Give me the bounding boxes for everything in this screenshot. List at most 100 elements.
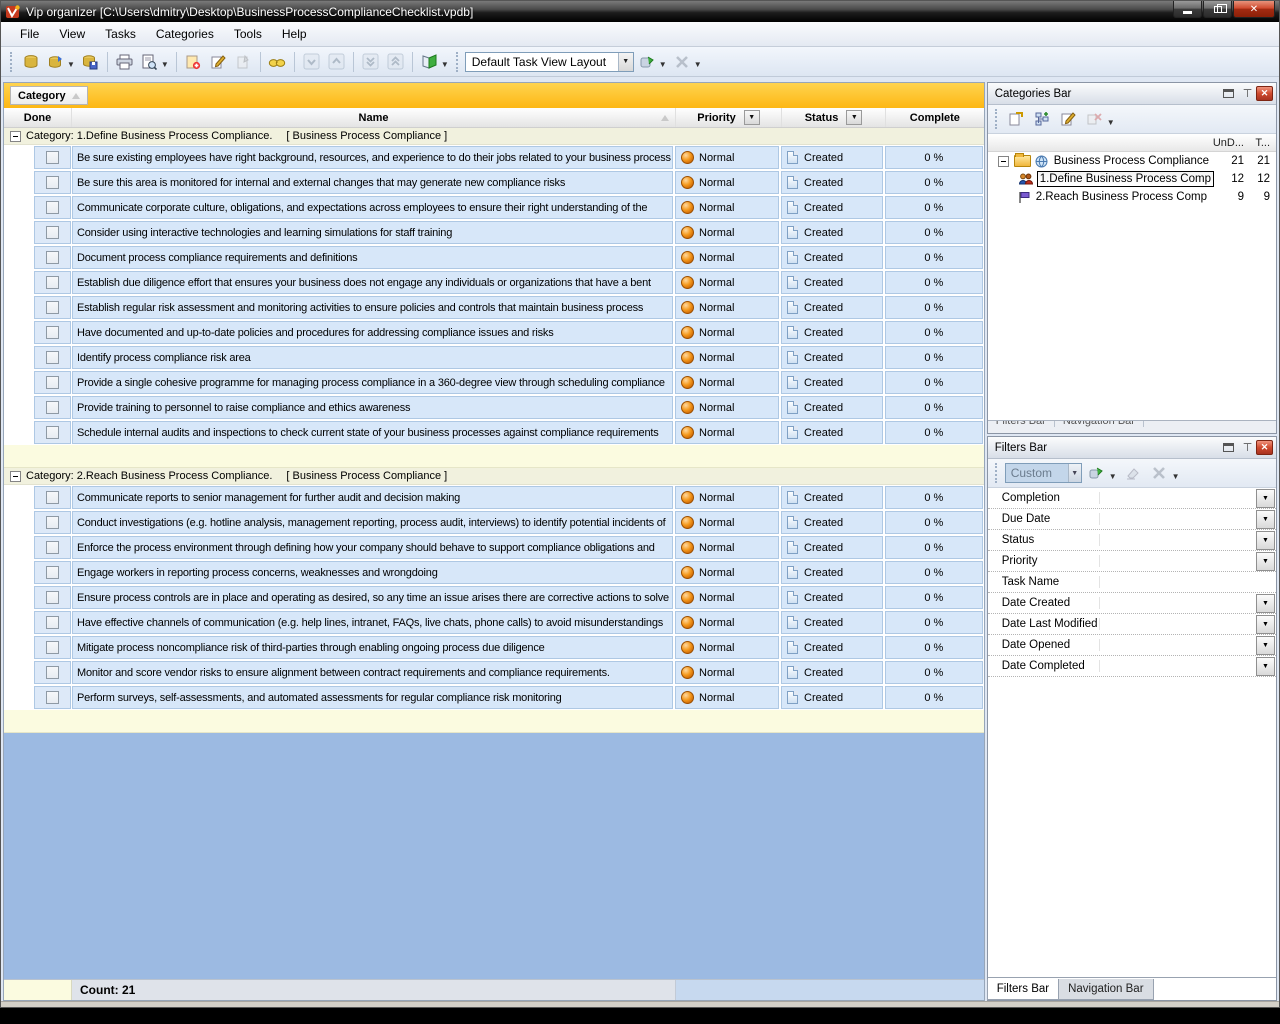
menu-item-tasks[interactable]: Tasks	[96, 24, 145, 44]
table-row[interactable]: Provide training to personnel to raise c…	[4, 395, 984, 420]
table-row[interactable]: Ensure process controls are in place and…	[4, 585, 984, 610]
task-checkbox[interactable]	[46, 376, 59, 389]
table-row[interactable]: Be sure this area is monitored for inter…	[4, 170, 984, 195]
save-layout-icon[interactable]	[636, 50, 659, 73]
minimize-button[interactable]	[1173, 1, 1202, 18]
column-header-complete[interactable]: Complete	[886, 108, 984, 127]
filter-dropdown-icon[interactable]: ▼	[1256, 552, 1275, 571]
tab-navigation-bar[interactable]: Navigation Bar	[1058, 979, 1153, 1000]
filter-dropdown-icon[interactable]: ▼	[1256, 657, 1275, 676]
print-preview-icon[interactable]	[138, 50, 161, 73]
categories-pin-icon[interactable]: ⊤	[1239, 86, 1256, 101]
table-row[interactable]: Have documented and up-to-date policies …	[4, 320, 984, 345]
open-database-icon[interactable]	[44, 50, 67, 73]
table-row[interactable]: Communicate reports to senior management…	[4, 485, 984, 510]
table-row[interactable]: Establish regular risk assessment and mo…	[4, 295, 984, 320]
categories-minimize-icon[interactable]	[1220, 86, 1237, 101]
task-checkbox[interactable]	[46, 301, 59, 314]
edit-category-icon[interactable]	[1057, 108, 1080, 131]
table-row[interactable]: Document process compliance requirements…	[4, 245, 984, 270]
filter-value-cell[interactable]	[1100, 488, 1256, 508]
toolbar-overflow-dropdown[interactable]: ▼	[694, 60, 702, 69]
move-bottom-icon[interactable]	[359, 50, 382, 73]
filters-minimize-icon[interactable]	[1220, 440, 1237, 455]
new-subcategory-icon[interactable]	[1031, 108, 1054, 131]
column-header-name[interactable]: Name	[72, 108, 676, 127]
table-row[interactable]: Provide a single cohesive programme for …	[4, 370, 984, 395]
layout-combo-arrow-icon[interactable]: ▼	[618, 53, 633, 71]
save-database-icon[interactable]	[79, 50, 102, 73]
filter-value-cell[interactable]	[1100, 551, 1256, 571]
group-by-category-button[interactable]: Category	[10, 86, 88, 105]
task-checkbox[interactable]	[46, 426, 59, 439]
layouts-icon[interactable]	[418, 50, 441, 73]
new-category-icon[interactable]	[1005, 108, 1028, 131]
filter-value-cell[interactable]	[1100, 635, 1256, 655]
task-checkbox[interactable]	[46, 516, 59, 529]
table-row[interactable]: Monitor and score vendor risks to ensure…	[4, 660, 984, 685]
task-checkbox[interactable]	[46, 616, 59, 629]
view-tasks-icon[interactable]	[266, 50, 289, 73]
category-group-header[interactable]: Category: 1.Define Business Process Comp…	[4, 128, 984, 145]
categories-toolbar-dropdown[interactable]: ▼	[1107, 118, 1115, 127]
column-header-status[interactable]: Status ▼	[782, 108, 886, 127]
task-checkbox[interactable]	[46, 276, 59, 289]
task-checkbox[interactable]	[46, 491, 59, 504]
category-group-header[interactable]: Category: 2.Reach Business Process Compl…	[4, 468, 984, 485]
column-header-done[interactable]: Done	[4, 108, 72, 127]
task-checkbox[interactable]	[46, 641, 59, 654]
column-header-priority[interactable]: Priority ▼	[676, 108, 782, 127]
table-row[interactable]: Engage workers in reporting process conc…	[4, 560, 984, 585]
print-icon[interactable]	[113, 50, 136, 73]
filter-value-cell[interactable]	[1100, 509, 1256, 529]
task-checkbox[interactable]	[46, 176, 59, 189]
menu-item-view[interactable]: View	[50, 24, 94, 44]
filter-dropdown-icon[interactable]: ▼	[1256, 636, 1275, 655]
delete-filter-icon[interactable]	[1148, 462, 1171, 485]
table-row[interactable]: Communicate corporate culture, obligatio…	[4, 195, 984, 220]
filter-preset-arrow-icon[interactable]: ▼	[1068, 464, 1081, 482]
filters-toolbar-dropdown[interactable]: ▼	[1172, 472, 1180, 481]
table-row[interactable]: Conduct investigations (e.g. hotline ana…	[4, 510, 984, 535]
table-row[interactable]: Mitigate process noncompliance risk of t…	[4, 635, 984, 660]
move-down-icon[interactable]	[300, 50, 323, 73]
menu-item-categories[interactable]: Categories	[147, 24, 223, 44]
task-checkbox[interactable]	[46, 691, 59, 704]
priority-filter-button[interactable]: ▼	[744, 110, 760, 125]
task-checkbox[interactable]	[46, 351, 59, 364]
move-up-icon[interactable]	[325, 50, 348, 73]
filter-dropdown-icon[interactable]: ▼	[1256, 510, 1275, 529]
edit-task-icon[interactable]	[207, 50, 230, 73]
table-row[interactable]: Perform surveys, self-assessments, and a…	[4, 685, 984, 710]
filter-value-cell[interactable]	[1100, 572, 1276, 592]
layout-combo[interactable]: Default Task View Layout ▼	[465, 52, 634, 72]
save-layout-dropdown[interactable]: ▼	[659, 60, 667, 69]
print-dropdown[interactable]: ▼	[161, 60, 169, 69]
table-row[interactable]: Schedule internal audits and inspections…	[4, 420, 984, 445]
total-column-header[interactable]: T...	[1248, 137, 1276, 149]
task-checkbox[interactable]	[46, 201, 59, 214]
menu-item-tools[interactable]: Tools	[225, 24, 271, 44]
filter-preset-combo[interactable]: Custom ▼	[1005, 463, 1082, 483]
delete-category-icon[interactable]	[1083, 108, 1106, 131]
table-row[interactable]: Establish due diligence effort that ensu…	[4, 270, 984, 295]
task-checkbox[interactable]	[46, 326, 59, 339]
collapse-tree-icon[interactable]	[998, 156, 1009, 167]
table-row[interactable]: Identify process compliance risk areaNor…	[4, 345, 984, 370]
new-database-icon[interactable]	[19, 50, 42, 73]
filters-pin-icon[interactable]: ⊤	[1239, 440, 1256, 455]
task-checkbox[interactable]	[46, 591, 59, 604]
delete-layout-icon[interactable]	[671, 50, 694, 73]
category-tree-item[interactable]: 1.Define Business Process Comp1212	[988, 170, 1276, 188]
task-checkbox[interactable]	[46, 401, 59, 414]
filter-value-cell[interactable]	[1100, 656, 1256, 676]
layouts-dropdown[interactable]: ▼	[441, 60, 449, 69]
filter-value-cell[interactable]	[1100, 614, 1256, 634]
filter-dropdown-icon[interactable]: ▼	[1256, 615, 1275, 634]
open-database-dropdown[interactable]: ▼	[67, 60, 75, 69]
category-tree-item[interactable]: Business Process Compliance2121	[988, 152, 1276, 170]
close-button[interactable]: ✕	[1233, 1, 1275, 18]
filters-close-icon[interactable]: ✕	[1256, 440, 1273, 455]
restore-button[interactable]	[1203, 1, 1232, 18]
filter-dropdown-icon[interactable]: ▼	[1256, 594, 1275, 613]
